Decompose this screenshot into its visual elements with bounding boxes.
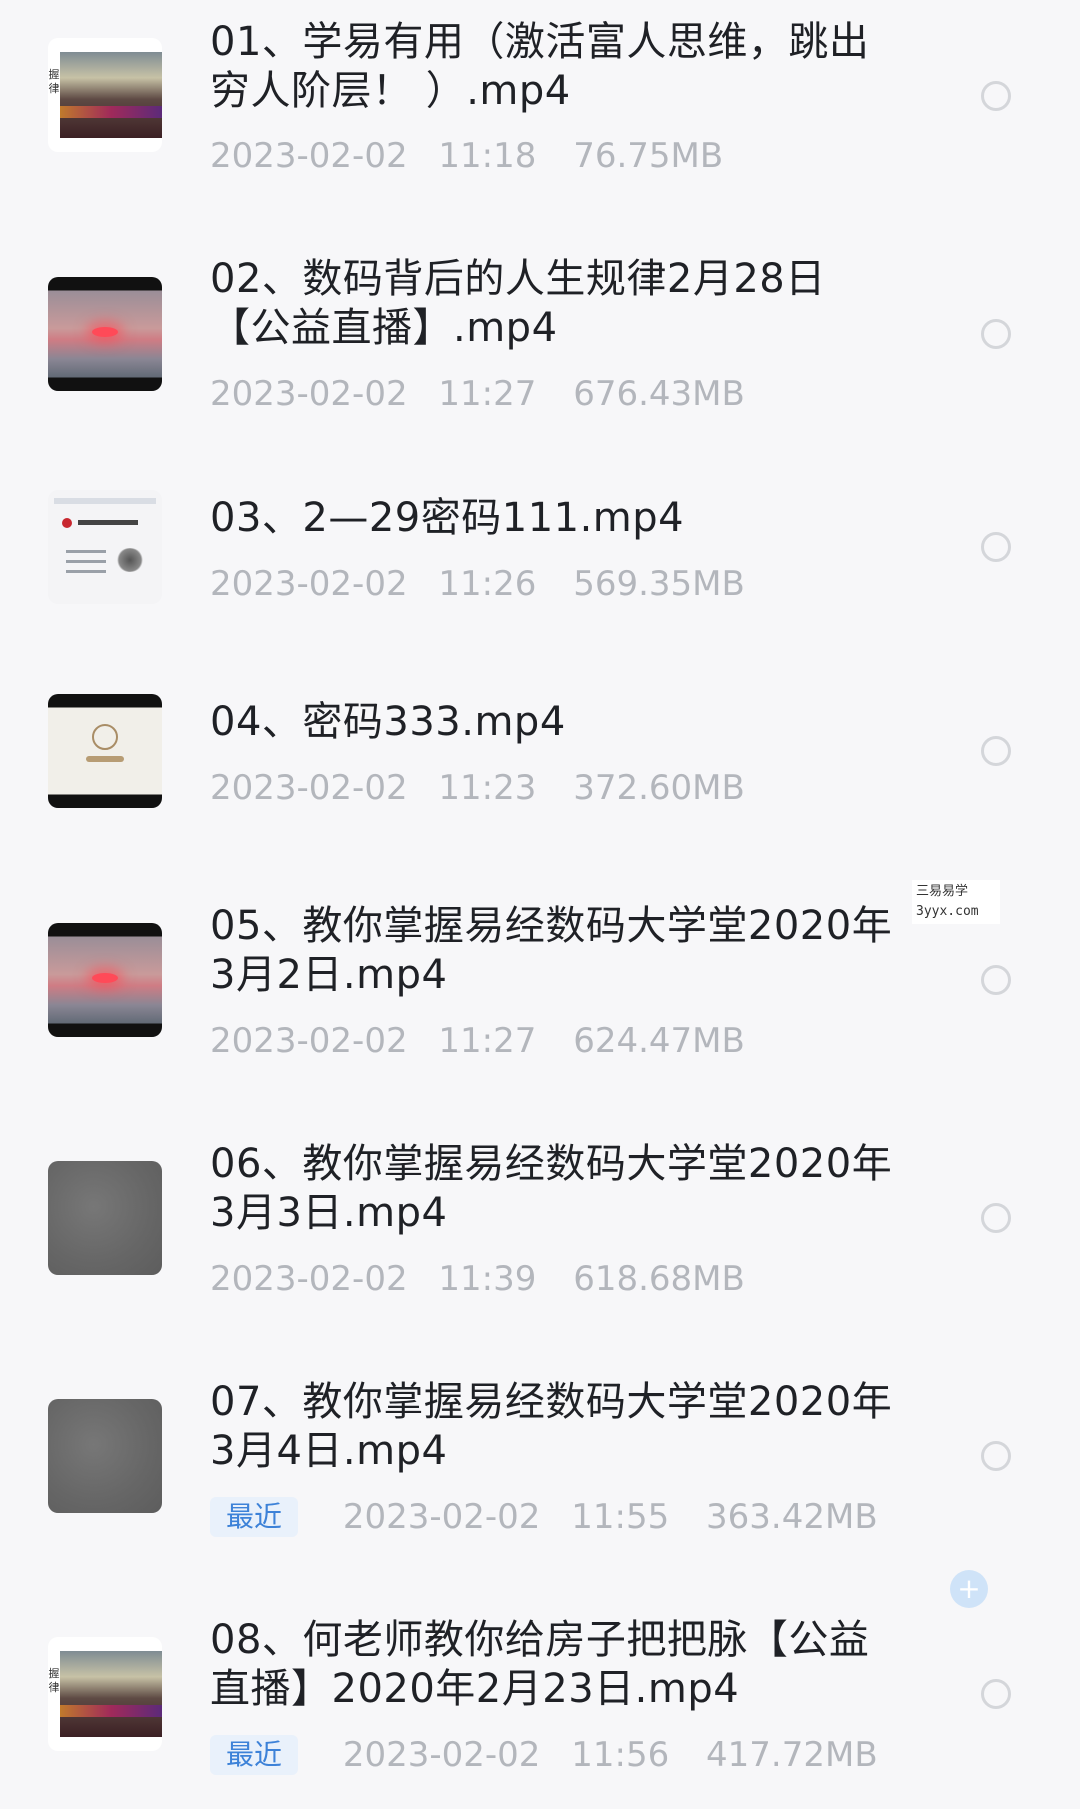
select-radio[interactable] [981, 1441, 1011, 1471]
stage-banner [60, 1705, 162, 1717]
file-time: 11:26 [438, 564, 537, 604]
file-meta: 2023-02-02 11:26 569.35MB [210, 564, 745, 604]
slide-title [78, 520, 138, 525]
file-meta: 2023-02-02 11:39 618.68MB [210, 1259, 745, 1299]
file-name: 03、2—29密码111.mp4 [210, 495, 685, 541]
select-radio[interactable] [981, 532, 1011, 562]
file-size: 618.68MB [573, 1259, 745, 1299]
file-time: 11:27 [438, 374, 537, 414]
watermark-line-1: 三易易学 [916, 884, 969, 899]
file-name: 07、教你掌握易经数码大学堂2020年 3月4日.mp4 [210, 1379, 893, 1474]
sun-graphic [92, 327, 118, 337]
file-meta: 2023-02-02 11:23 372.60MB [210, 768, 745, 808]
file-time: 11:55 [571, 1497, 670, 1537]
file-time: 11:56 [571, 1735, 670, 1775]
slide-logo [62, 518, 72, 528]
video-thumbnail: 握 律 [48, 1637, 162, 1751]
file-name: 08、何老师教你给房子把把脉【公益 直播】2020年2月23日.mp4 [210, 1617, 870, 1712]
sun-graphic [92, 973, 118, 983]
video-thumbnail [48, 1161, 162, 1275]
seal-text [86, 756, 124, 762]
select-radio[interactable] [981, 965, 1011, 995]
file-time: 11:39 [438, 1259, 537, 1299]
file-meta: 2023-02-02 11:27 676.43MB [210, 374, 745, 414]
list-item[interactable]: 握 律 08、何老师教你给房子把把脉【公益 直播】2020年2月23日.mp4 … [0, 0, 1080, 1775]
file-date: 2023-02-02 [210, 564, 408, 604]
video-thumbnail [48, 490, 162, 604]
select-radio[interactable] [981, 1203, 1011, 1233]
file-name: 06、教你掌握易经数码大学堂2020年 3月3日.mp4 [210, 1141, 893, 1236]
file-meta: 2023-02-02 11:27 624.47MB [210, 1021, 745, 1061]
file-size: 417.72MB [706, 1735, 878, 1775]
file-size: 363.42MB [706, 1497, 878, 1537]
select-radio[interactable] [981, 736, 1011, 766]
file-size: 624.47MB [573, 1021, 745, 1061]
file-size: 676.43MB [573, 374, 745, 414]
file-date: 2023-02-02 [342, 1497, 541, 1537]
file-time: 11:27 [438, 1021, 537, 1061]
select-radio[interactable] [981, 1679, 1011, 1709]
file-name: 04、密码333.mp4 [210, 699, 566, 745]
recent-badge: 最近 [210, 1497, 299, 1537]
select-radio[interactable] [981, 319, 1011, 349]
file-name: 02、数码背后的人生规律2月28日 【公益直播】.mp4 [210, 256, 826, 351]
file-date: 2023-02-02 [342, 1735, 541, 1775]
video-thumbnail [48, 694, 162, 808]
video-thumbnail [48, 923, 162, 1037]
video-thumbnail [48, 1399, 162, 1513]
stage-image [60, 1651, 162, 1737]
slide-text-line [66, 560, 106, 563]
file-date: 2023-02-02 [210, 1259, 408, 1299]
file-date: 2023-02-02 [210, 1021, 408, 1061]
plus-icon[interactable]: + [950, 1570, 988, 1608]
file-size: 569.35MB [573, 564, 745, 604]
video-thumbnail [48, 277, 162, 391]
slide-toolbar [54, 498, 156, 504]
file-time: 11:23 [438, 768, 537, 808]
watermark-line-2: 3yyx.com [916, 904, 979, 919]
watermark: 三易易学 3yyx.com [912, 880, 1000, 924]
slide-text-line [66, 570, 106, 573]
seal-logo [92, 724, 118, 750]
slide-text-line [66, 550, 106, 553]
file-meta: 最近 2023-02-02 11:55 363.42MB [210, 1497, 878, 1537]
file-meta: 最近 2023-02-02 11:56 417.72MB [210, 1735, 878, 1775]
slide-ink-image [116, 548, 144, 572]
file-date: 2023-02-02 [210, 374, 408, 414]
file-name: 05、教你掌握易经数码大学堂2020年 3月2日.mp4 [210, 903, 893, 998]
recent-badge: 最近 [210, 1735, 299, 1775]
thumbnail-side-text: 握 律 [48, 1667, 60, 1717]
file-size: 372.60MB [573, 768, 745, 808]
file-date: 2023-02-02 [210, 768, 408, 808]
